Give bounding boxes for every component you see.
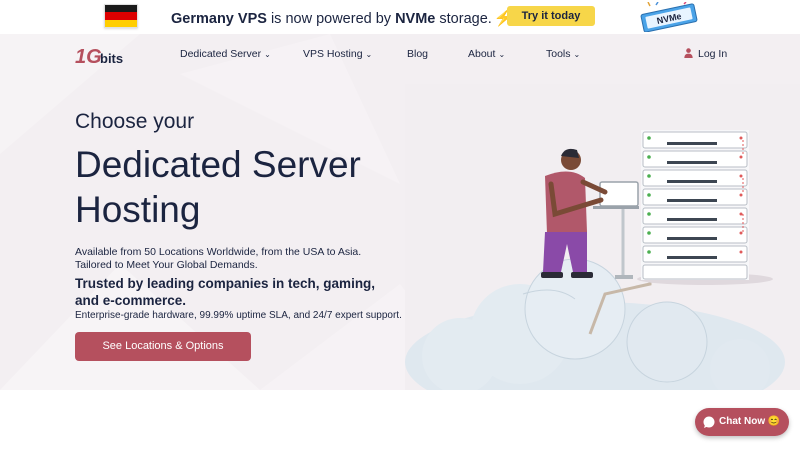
chevron-down-icon: ⌄ xyxy=(573,50,581,59)
announcement-bar: Germany VPS is now powered by NVMe stora… xyxy=(0,0,800,34)
nav-vps-hosting[interactable]: VPS Hosting ⌄ xyxy=(303,48,372,60)
nav-dedicated-server[interactable]: Dedicated Server ⌄ xyxy=(180,48,271,60)
germany-flag-icon xyxy=(104,4,138,28)
hero-trusted-text: Trusted by leading companies in tech, ga… xyxy=(75,276,376,308)
chat-bubble-icon xyxy=(703,416,715,428)
hero-title: Dedicated Server Hosting xyxy=(75,144,361,230)
try-it-today-button[interactable]: Try it today xyxy=(507,6,595,26)
nvme-ticket-icon: NVMe xyxy=(640,2,698,32)
see-locations-button[interactable]: See Locations & Options xyxy=(75,332,251,361)
chevron-down-icon: ⌄ xyxy=(498,50,506,59)
chevron-down-icon: ⌄ xyxy=(264,50,271,59)
chat-now-button[interactable]: Chat Now 😊 xyxy=(695,408,789,436)
hero-enterprise-text: Enterprise-grade hardware, 99.99% uptime… xyxy=(75,310,402,321)
nav-about[interactable]: About ⌄ xyxy=(468,48,505,60)
smile-emoji-icon: 😊 xyxy=(767,416,781,427)
hero-section: 1G bits Dedicated Server ⌄ VPS Hosting ⌄ B… xyxy=(0,34,800,390)
nav-tools[interactable]: Tools ⌄ xyxy=(546,48,580,60)
user-icon xyxy=(684,48,693,58)
announcement-text: Germany VPS is now powered by NVMe stora… xyxy=(171,10,514,27)
nav-blog[interactable]: Blog xyxy=(407,48,428,60)
chevron-down-icon: ⌄ xyxy=(365,50,373,59)
main-navigation: Dedicated Server ⌄ VPS Hosting ⌄ Blog Abou… xyxy=(0,48,800,68)
hero-eyebrow: Choose your xyxy=(75,110,195,133)
server-hosting-illustration xyxy=(405,130,785,390)
person-icon xyxy=(541,148,608,278)
login-link[interactable]: Log In xyxy=(684,48,727,60)
hero-description: Available from 50 Locations Worldwide, f… xyxy=(75,246,362,271)
server-rack-icon xyxy=(641,130,749,280)
